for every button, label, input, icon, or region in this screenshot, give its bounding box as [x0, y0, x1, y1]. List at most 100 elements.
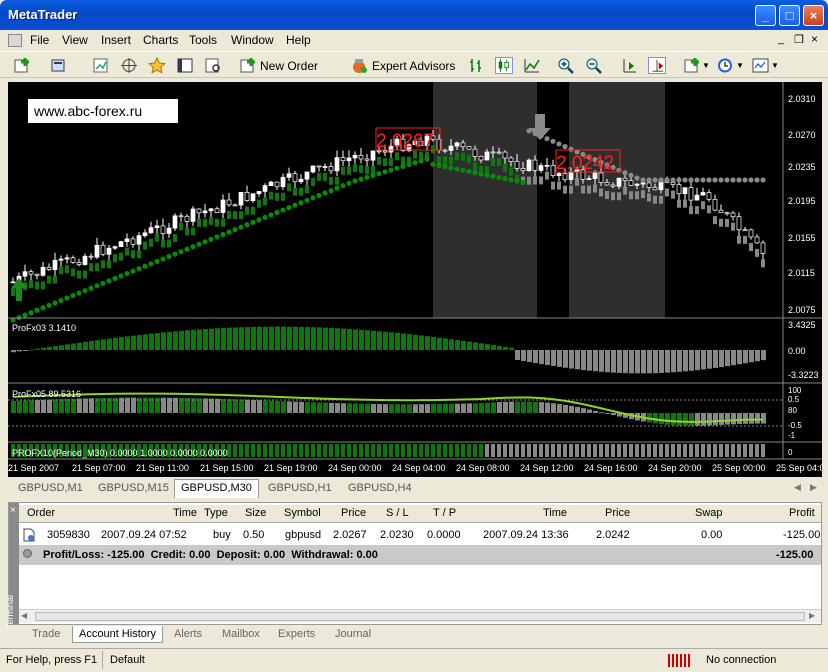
child-minimize-icon[interactable]: _	[778, 33, 784, 45]
profit-loss-summary-row[interactable]: Profit/Loss: -125.00 Credit: 0.00 Deposi…	[19, 545, 821, 565]
histogram-bar	[527, 401, 532, 413]
tab-journal[interactable]: Journal	[329, 626, 377, 643]
ma-dot	[82, 288, 88, 294]
col-close-price[interactable]: Price	[605, 507, 630, 519]
tab-gbpusd-m1[interactable]: GBPUSD,M1	[12, 480, 89, 497]
menu-window[interactable]: Window	[231, 33, 274, 47]
col-swap[interactable]: Swap	[695, 507, 723, 519]
new-chart-icon[interactable]	[14, 57, 32, 74]
trend-bar	[641, 190, 645, 199]
candle-body	[670, 182, 676, 185]
child-restore-icon[interactable]: ❐	[794, 33, 804, 46]
trend-bar	[359, 164, 363, 173]
chart-area[interactable]: 2.0310 2.0270 2.0235 2.0195 2.0155 2.011…	[8, 82, 822, 477]
indicators-icon[interactable]	[684, 57, 702, 74]
menu-view[interactable]: View	[62, 33, 88, 47]
col-close-time[interactable]: Time	[543, 507, 567, 519]
trend-bar	[551, 181, 555, 190]
new-order-icon[interactable]	[240, 57, 258, 74]
col-sl[interactable]: S / L	[386, 507, 409, 519]
col-symbol[interactable]: Symbol	[284, 507, 321, 519]
scroll-left-icon[interactable]: ◀	[794, 482, 801, 493]
signal-bar	[251, 444, 255, 457]
chart-shift-icon[interactable]	[620, 57, 638, 74]
histogram-bar	[665, 413, 670, 425]
favorites-icon[interactable]	[148, 57, 166, 74]
tab-experts[interactable]: Experts	[272, 626, 321, 643]
terminal-window-icon[interactable]	[176, 57, 194, 74]
signal-bar	[425, 444, 429, 457]
price-chart[interactable]: 2.0310 2.0270 2.0235 2.0195 2.0155 2.011…	[8, 82, 822, 477]
signal-bar	[719, 444, 723, 457]
col-profit[interactable]: Profit	[789, 507, 815, 519]
cell-order: 3059830	[47, 529, 90, 541]
tab-alerts[interactable]: Alerts	[168, 626, 208, 643]
profiles-icon[interactable]	[50, 57, 68, 74]
tab-gbpusd-h1[interactable]: GBPUSD,H1	[262, 480, 338, 497]
periods-clock-icon[interactable]	[716, 57, 734, 74]
templates-dropdown-icon[interactable]: ▼	[771, 61, 779, 70]
expert-advisors-button[interactable]: Expert Advisors	[372, 56, 455, 76]
close-button[interactable]: ×	[803, 5, 824, 26]
autoscroll-icon[interactable]	[648, 57, 666, 74]
scroll-right-icon[interactable]: ▶	[809, 611, 815, 620]
horizontal-scrollbar[interactable]: ◀ ▶	[19, 609, 821, 623]
maximize-button[interactable]: □	[779, 5, 800, 26]
trend-bar	[257, 199, 261, 208]
zoom-out-icon[interactable]	[585, 57, 603, 74]
signal-bar	[383, 444, 387, 457]
new-order-button[interactable]: New Order	[260, 56, 318, 76]
scroll-left-icon[interactable]: ◀	[21, 611, 27, 620]
menu-insert[interactable]: Insert	[101, 33, 131, 47]
col-order[interactable]: Order	[27, 507, 55, 519]
tab-gbpusd-h4[interactable]: GBPUSD,H4	[342, 480, 418, 497]
candle-body	[370, 150, 376, 161]
close-terminal-icon[interactable]: ×	[10, 505, 16, 516]
col-price[interactable]: Price	[341, 507, 366, 519]
signal-bar	[239, 444, 243, 457]
minimize-button[interactable]: _	[755, 5, 776, 26]
market-watch-icon[interactable]	[92, 57, 110, 74]
terminal-header: Order Time Type Size Symbol Price S / L …	[19, 505, 821, 523]
scroll-thumb[interactable]	[35, 612, 805, 621]
line-chart-icon[interactable]	[523, 57, 541, 74]
tab-gbpusd-m30[interactable]: GBPUSD,M30	[174, 479, 259, 498]
tab-account-history[interactable]: Account History	[72, 626, 164, 643]
table-row[interactable]: 3059830 2007.09.24 07:52 buy 0.50 gbpusd…	[19, 525, 821, 545]
menu-file[interactable]: File	[30, 33, 49, 47]
status-profile[interactable]: Default	[110, 654, 145, 666]
expert-advisors-icon[interactable]	[350, 57, 368, 74]
histogram-bar	[215, 398, 220, 413]
zoom-in-icon[interactable]	[557, 57, 575, 74]
candlestick-chart-icon[interactable]	[495, 57, 513, 74]
signal-bar	[689, 444, 693, 457]
bar-chart-icon[interactable]	[467, 57, 485, 74]
ma-dot	[136, 266, 142, 272]
trend-bar	[617, 192, 621, 201]
menu-help[interactable]: Help	[286, 33, 311, 47]
chart-window-icon[interactable]	[8, 34, 22, 47]
menu-tools[interactable]: Tools	[189, 33, 217, 47]
tab-trade[interactable]: Trade	[26, 626, 66, 643]
signal-bar	[467, 444, 471, 457]
col-size[interactable]: Size	[245, 507, 266, 519]
histogram-bar	[347, 403, 352, 413]
menu-charts[interactable]: Charts	[143, 33, 178, 47]
histogram-bar	[329, 327, 334, 350]
scroll-right-icon[interactable]: ▶	[810, 482, 817, 493]
col-tp[interactable]: T / P	[433, 507, 456, 519]
tab-mailbox[interactable]: Mailbox	[216, 626, 266, 643]
col-type[interactable]: Type	[204, 507, 228, 519]
tab-gbpusd-m15[interactable]: GBPUSD,M15	[92, 480, 175, 497]
indicators-dropdown-icon[interactable]: ▼	[702, 61, 710, 70]
histogram-bar	[461, 340, 466, 350]
col-time[interactable]: Time	[173, 507, 197, 519]
candle-body	[244, 192, 250, 202]
periods-dropdown-icon[interactable]: ▼	[736, 61, 744, 70]
time-label: 21 Sep 07:00	[72, 463, 126, 473]
navigator-icon[interactable]	[120, 57, 138, 74]
templates-icon[interactable]	[752, 57, 770, 74]
strategy-tester-icon[interactable]	[204, 57, 222, 74]
child-close-icon[interactable]: ×	[811, 32, 818, 46]
histogram-bar	[701, 350, 706, 370]
